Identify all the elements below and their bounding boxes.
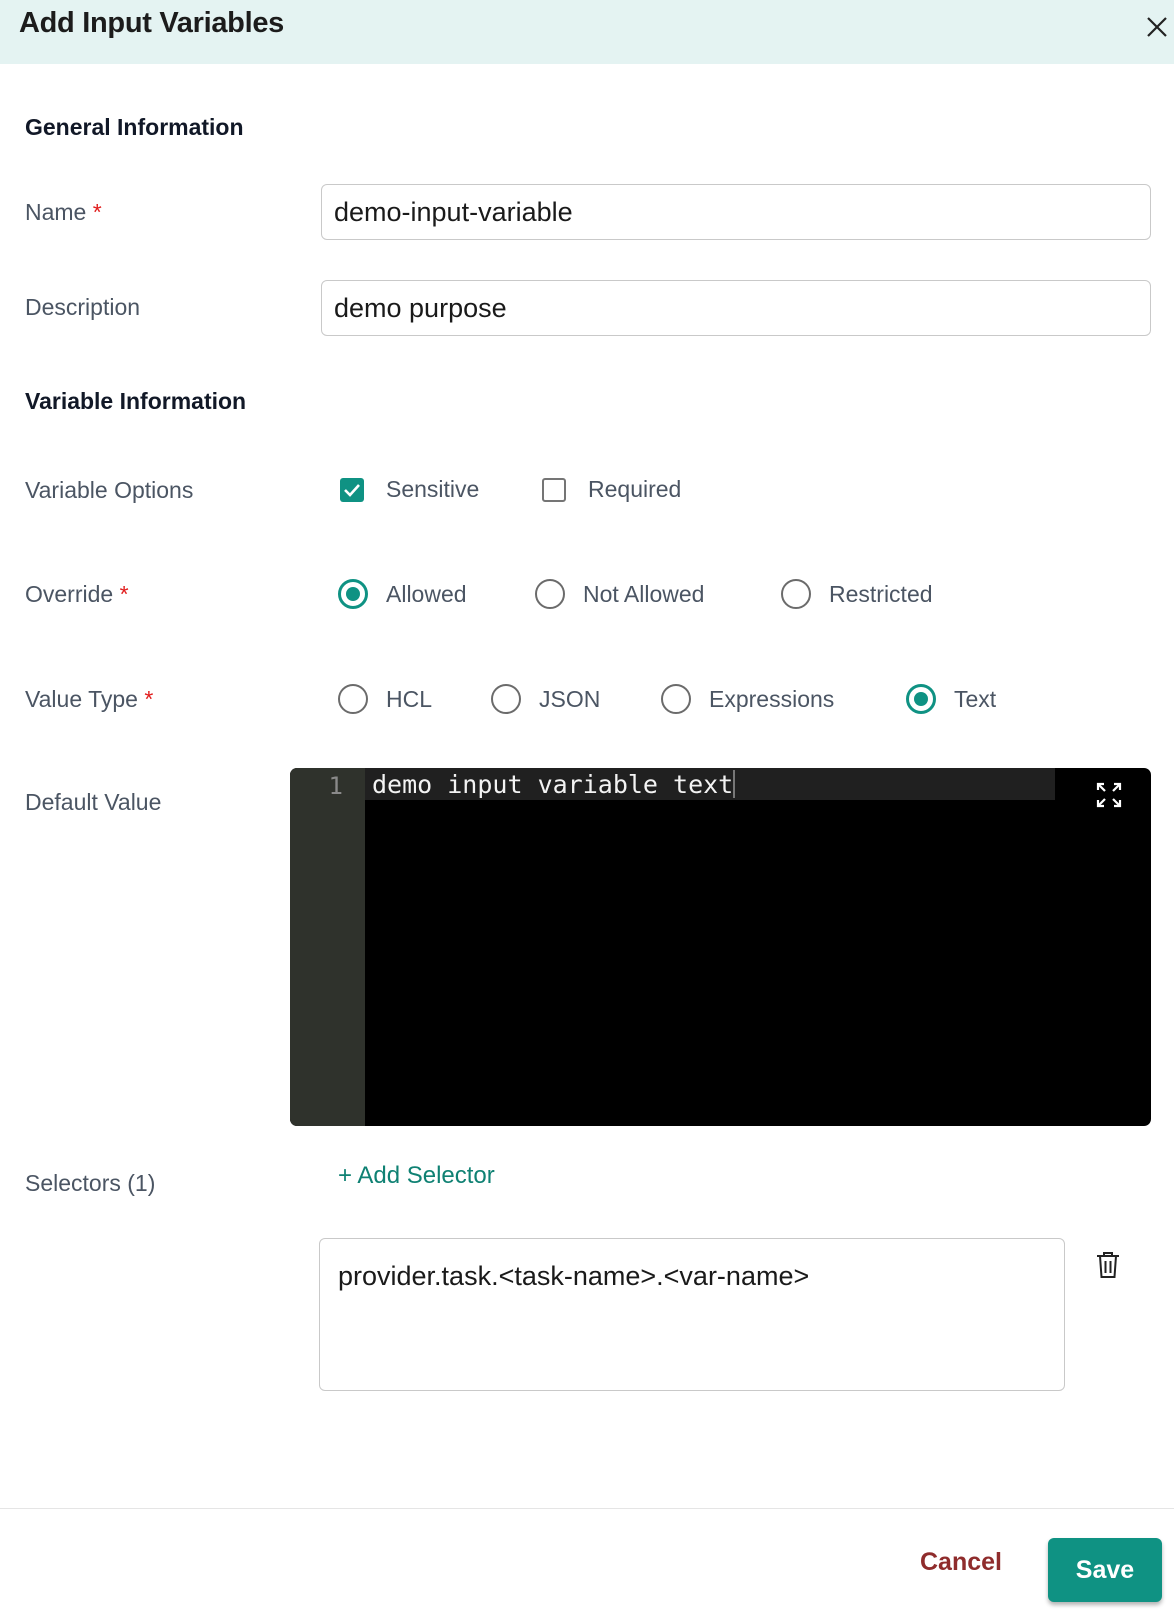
- override-not-allowed-radio[interactable]: Not Allowed: [535, 579, 704, 609]
- override-restricted-radio[interactable]: Restricted: [781, 579, 933, 609]
- close-icon[interactable]: [1142, 12, 1172, 42]
- variable-options-label: Variable Options: [25, 477, 194, 503]
- required-asterisk: *: [144, 686, 154, 712]
- radio-unselected-icon: [661, 684, 691, 714]
- required-asterisk: *: [92, 199, 102, 225]
- dialog-header: Add Input Variables: [0, 0, 1174, 64]
- override-allowed-radio[interactable]: Allowed: [338, 579, 467, 609]
- value-type-json-radio[interactable]: JSON: [491, 684, 600, 714]
- editor-gutter: 1: [290, 768, 365, 1126]
- radio-unselected-icon: [781, 579, 811, 609]
- fullscreen-expand-icon[interactable]: [1096, 782, 1122, 808]
- required-checkbox[interactable]: Required: [542, 476, 681, 503]
- text-cursor: [733, 770, 736, 798]
- radio-selected-icon: [906, 684, 936, 714]
- value-type-label: Value Type *: [25, 686, 154, 712]
- editor-code-line[interactable]: demo input variable text: [372, 770, 736, 799]
- default-value-label: Default Value: [25, 789, 162, 815]
- selector-input[interactable]: provider.task.<task-name>.<var-name>: [319, 1238, 1065, 1391]
- checkbox-unchecked-icon: [542, 477, 566, 502]
- required-asterisk: *: [119, 581, 129, 607]
- line-number: 1: [328, 772, 343, 800]
- name-input[interactable]: [321, 184, 1151, 240]
- selectors-label: Selectors (1): [25, 1170, 156, 1196]
- value-type-hcl-radio[interactable]: HCL: [338, 684, 432, 714]
- variable-information-heading: Variable Information: [25, 388, 247, 414]
- footer-divider: [0, 1508, 1174, 1509]
- value-type-expressions-radio[interactable]: Expressions: [661, 684, 834, 714]
- radio-unselected-icon: [338, 684, 368, 714]
- description-label: Description: [25, 294, 141, 320]
- radio-unselected-icon: [491, 684, 521, 714]
- value-type-text-radio[interactable]: Text: [906, 684, 996, 714]
- dialog-title: Add Input Variables: [19, 7, 285, 39]
- radio-selected-icon: [338, 579, 368, 609]
- override-label: Override *: [25, 581, 129, 607]
- sensitive-checkbox[interactable]: Sensitive: [340, 476, 479, 503]
- save-button[interactable]: Save: [1048, 1538, 1162, 1602]
- name-label: Name *: [25, 199, 102, 225]
- default-value-code-editor[interactable]: 1 demo input variable text: [290, 768, 1151, 1126]
- cancel-button[interactable]: Cancel: [920, 1548, 1002, 1577]
- description-input[interactable]: [321, 280, 1151, 336]
- general-information-heading: General Information: [25, 114, 244, 140]
- add-selector-button[interactable]: + Add Selector: [338, 1162, 495, 1190]
- trash-icon[interactable]: [1095, 1250, 1121, 1280]
- radio-unselected-icon: [535, 579, 565, 609]
- checkbox-checked-icon: [340, 477, 364, 502]
